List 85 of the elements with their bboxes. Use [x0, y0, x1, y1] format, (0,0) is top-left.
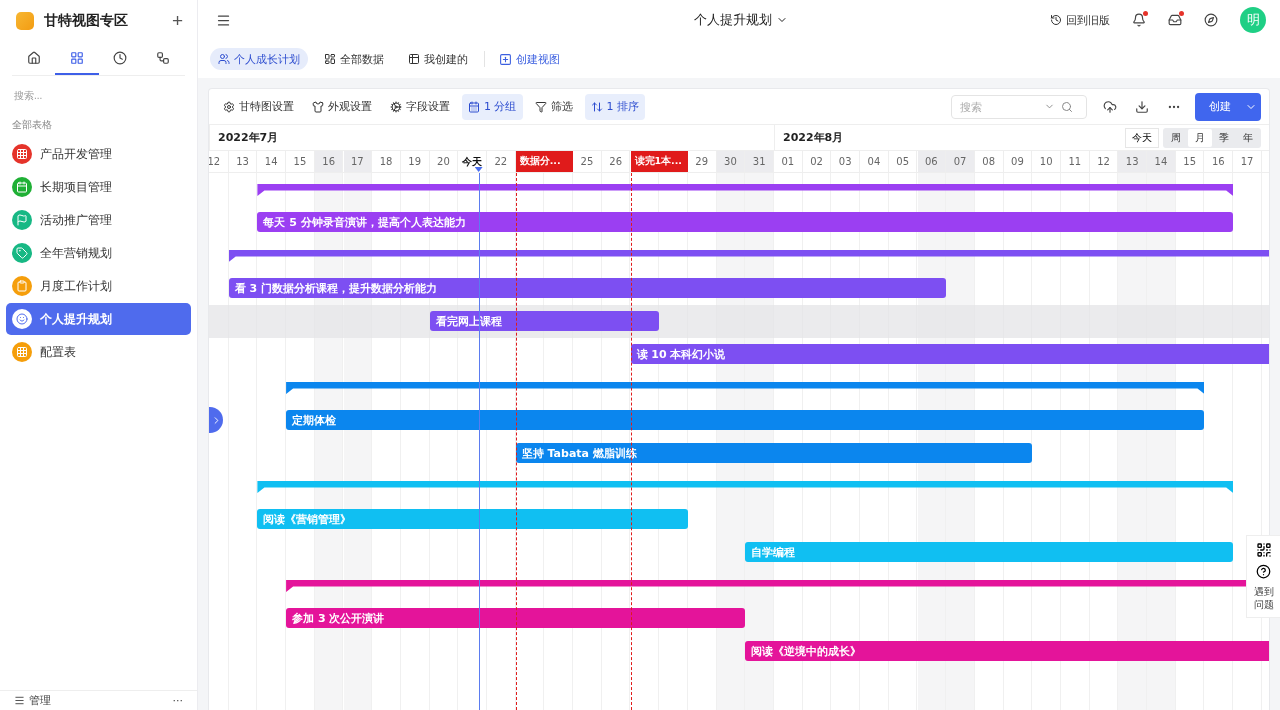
qr-code-icon[interactable]: [1255, 542, 1272, 558]
toolbar-button[interactable]: 1 排序: [584, 93, 645, 120]
upload-icon[interactable]: [1103, 99, 1117, 114]
plus-icon: [499, 52, 512, 66]
sidebar-item[interactable]: 个人提升规划: [6, 303, 191, 335]
search-icon: [1061, 100, 1073, 113]
cog-icon: [390, 100, 402, 113]
filter-icon: [534, 100, 547, 113]
create-view-button[interactable]: 创建视图: [493, 50, 566, 68]
app-logo: [16, 12, 34, 30]
day-label: 13: [1118, 151, 1148, 172]
help-icon[interactable]: [1256, 564, 1271, 579]
clock-icon: [113, 50, 128, 65]
group-bar[interactable]: [257, 184, 1234, 196]
day-label: 16: [314, 151, 344, 172]
grid-icon: [69, 50, 84, 65]
day-label: 29: [687, 151, 717, 172]
day-label: 17: [343, 151, 373, 172]
shirt-icon: [312, 100, 324, 113]
day-label: 31: [745, 151, 774, 172]
toolbar-button[interactable]: 筛选: [528, 93, 579, 120]
compass-icon[interactable]: [1204, 13, 1218, 27]
day-label: 12: [209, 151, 229, 172]
today-label: 今天: [458, 151, 487, 172]
month-label: 2022年7月: [209, 125, 279, 150]
today-marker: [474, 167, 483, 172]
expand-button[interactable]: [209, 407, 223, 433]
sidebar-item[interactable]: 全年营销规划: [6, 237, 191, 269]
task-bar[interactable]: 参加 3 次公开演讲: [286, 608, 746, 628]
page-title[interactable]: 个人提升规划: [431, 10, 1050, 30]
group-bar[interactable]: [228, 250, 1269, 262]
task-bar[interactable]: 阅读《逆境中的成长》: [745, 641, 1269, 661]
home-icon: [26, 50, 41, 65]
view-tab[interactable]: 我创建的: [400, 48, 476, 70]
menu-button[interactable]: [216, 12, 231, 28]
toolbar-button[interactable]: 外观设置: [306, 93, 378, 120]
inbox-icon[interactable]: [1168, 13, 1182, 27]
sidebar-item[interactable]: 长期项目管理: [6, 171, 191, 203]
search-box[interactable]: 搜索: [951, 94, 1087, 119]
task-bar[interactable]: 看 3 门数据分析课程，提升数据分析能力: [228, 278, 947, 298]
flow-icon: [156, 50, 171, 65]
grid-icon: [324, 53, 336, 65]
sidebar-item[interactable]: 活动推广管理: [6, 204, 191, 236]
sidebar-item[interactable]: 配置表: [6, 336, 191, 368]
menu-icon: [14, 695, 25, 706]
day-label: 14: [1147, 151, 1176, 172]
sidebar-item[interactable]: 产品开发管理: [6, 138, 191, 170]
task-bar[interactable]: 看完网上课程: [429, 311, 660, 331]
day-label: 07: [946, 151, 975, 172]
view-tab[interactable]: 个人成长计划: [210, 48, 308, 70]
add-button[interactable]: +: [171, 10, 183, 32]
manage-label[interactable]: 管理: [29, 693, 169, 708]
toolbar-button[interactable]: 字段设置: [384, 93, 456, 120]
help-label[interactable]: 遇到问题: [1252, 585, 1275, 611]
task-bar[interactable]: 定期体检: [286, 410, 1205, 430]
group-bar[interactable]: [286, 382, 1205, 394]
sidebar-item[interactable]: 月度工作计划: [6, 270, 191, 302]
gear-icon: [223, 100, 235, 113]
more-button[interactable]: ···: [172, 694, 183, 707]
toolbar-button[interactable]: 甘特图设置: [217, 93, 300, 120]
view-tab[interactable]: 全部数据: [316, 48, 392, 70]
scale-tab[interactable]: 季: [1212, 129, 1236, 147]
today-button[interactable]: 今天: [1125, 128, 1159, 148]
history-icon: [1050, 14, 1062, 26]
sort-icon: [590, 100, 603, 113]
download-icon[interactable]: [1135, 99, 1149, 114]
calendar-icon: [468, 100, 480, 113]
task-bar[interactable]: 每天 5 分钟录音演讲，提高个人表达能力: [257, 212, 1234, 232]
scale-tab[interactable]: 周: [1164, 129, 1188, 147]
month-label: 2022年8月: [774, 125, 844, 150]
users-icon: [218, 53, 230, 65]
task-bar[interactable]: 读 10 本科幻小说: [630, 344, 1269, 364]
highlighted-row[interactable]: 看完网上课程: [209, 305, 1269, 338]
day-label: 25: [573, 151, 602, 172]
scale-tab[interactable]: 月: [1188, 129, 1212, 147]
day-label: 06: [917, 151, 947, 172]
toolbar-button[interactable]: 1 分组: [462, 93, 523, 120]
section-label: 全部表格: [12, 118, 53, 132]
day-label: 30: [716, 151, 746, 172]
bell-icon[interactable]: [1132, 13, 1146, 27]
scale-tab[interactable]: 年: [1236, 129, 1260, 147]
create-button[interactable]: 创建: [1195, 92, 1261, 121]
old-version-button[interactable]: 回到旧版: [1050, 12, 1110, 28]
workspace-title: 甘特视图专区: [44, 12, 129, 30]
table-icon: [408, 53, 420, 65]
